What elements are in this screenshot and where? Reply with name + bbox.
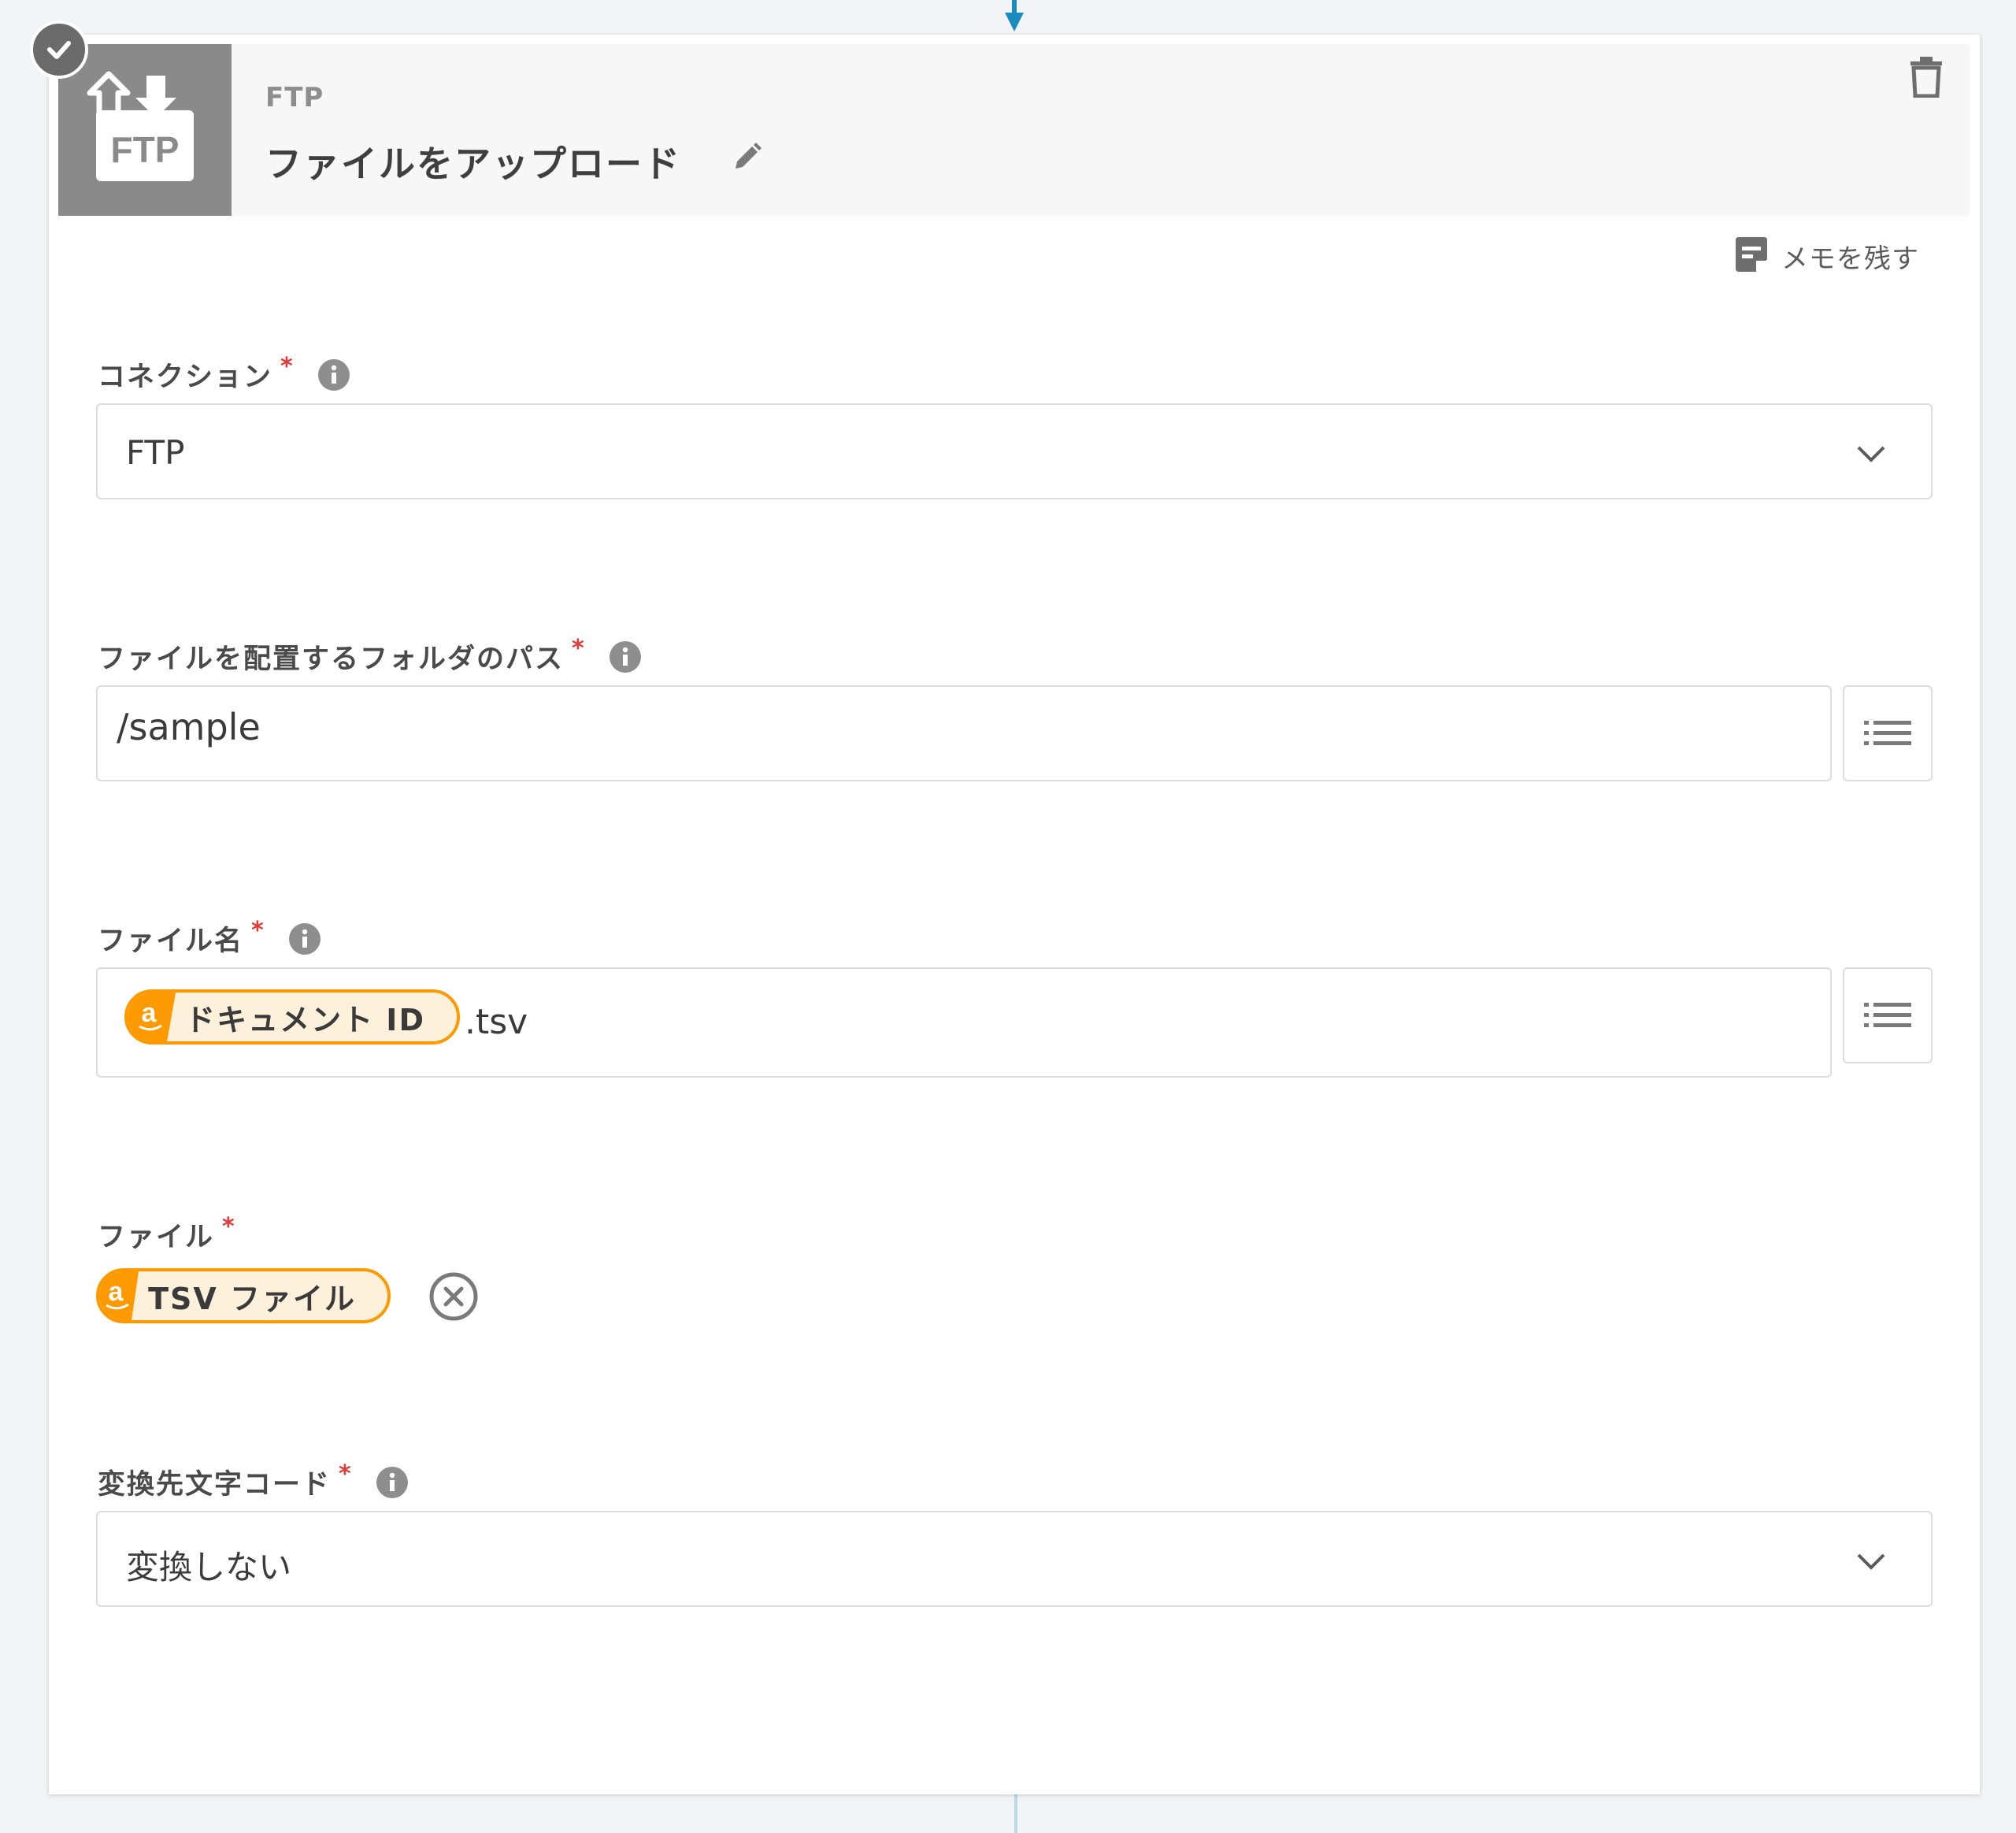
- check-icon: [30, 20, 88, 79]
- amazon-icon: a: [128, 993, 176, 1041]
- file-name-variable-button[interactable]: [1843, 967, 1933, 1063]
- required-mark: *: [222, 1213, 236, 1241]
- info-icon[interactable]: [376, 1466, 408, 1498]
- document-id-token[interactable]: a ドキュメント ID: [124, 989, 460, 1045]
- folder-path-variable-button[interactable]: [1843, 685, 1933, 781]
- action-title: ファイルをアップロード: [265, 143, 681, 185]
- encoding-select-value: 変換しない: [126, 1548, 292, 1586]
- connection-select-value: FTP: [126, 433, 185, 472]
- chevron-down-icon: [1857, 446, 1885, 462]
- file-name-label-text: ファイル名: [98, 926, 244, 957]
- required-mark: *: [251, 917, 265, 944]
- connection-label: コネクション *: [98, 353, 350, 395]
- list-icon: [1864, 721, 1911, 745]
- card-header: [58, 44, 1970, 216]
- ftp-logo-text: FTP: [111, 129, 180, 170]
- tsv-file-token[interactable]: a TSV ファイル: [96, 1268, 391, 1323]
- file-name-label: ファイル名 *: [98, 917, 321, 959]
- chevron-down-icon: [1857, 1553, 1885, 1570]
- file-name-input[interactable]: a ドキュメント ID .tsv: [96, 967, 1832, 1078]
- file-label: ファイル *: [98, 1213, 236, 1255]
- info-icon[interactable]: [317, 358, 350, 391]
- leave-memo-button[interactable]: メモを残す: [1734, 235, 1919, 277]
- svg-text:a: a: [141, 1000, 157, 1028]
- required-mark: *: [280, 353, 295, 380]
- file-name-suffix: .tsv: [465, 1002, 528, 1042]
- clear-icon[interactable]: [428, 1271, 479, 1322]
- encoding-select[interactable]: 変換しない: [96, 1511, 1933, 1607]
- info-icon[interactable]: [288, 922, 321, 955]
- connector-arrow-top: [1005, 0, 1024, 32]
- pencil-icon[interactable]: [729, 140, 764, 175]
- info-icon[interactable]: [609, 640, 641, 673]
- list-icon: [1864, 1003, 1911, 1027]
- trash-icon[interactable]: [1909, 57, 1944, 98]
- folder-path-label: ファイルを配置するフォルダのパス *: [98, 635, 641, 677]
- svg-text:a: a: [109, 1278, 124, 1307]
- service-name: FTP: [265, 82, 324, 113]
- connector-line-bottom: [1014, 1794, 1017, 1833]
- memo-label: メモを残す: [1781, 243, 1919, 275]
- document-id-token-label: ドキュメント ID: [185, 1002, 425, 1037]
- connection-label-text: コネクション: [98, 362, 273, 393]
- required-mark: *: [339, 1460, 353, 1488]
- encoding-label-text: 変換先文字コード: [98, 1469, 332, 1501]
- amazon-icon: a: [99, 1271, 139, 1320]
- ftp-logo-icon: FTP: [58, 44, 232, 216]
- encoding-label: 変換先文字コード *: [98, 1460, 408, 1502]
- folder-path-value: /sample: [117, 706, 261, 748]
- required-mark: *: [572, 635, 586, 662]
- file-label-text: ファイル: [98, 1222, 215, 1253]
- folder-path-input[interactable]: /sample: [96, 685, 1832, 781]
- folder-path-label-text: ファイルを配置するフォルダのパス: [98, 644, 565, 675]
- memo-icon: [1734, 237, 1769, 275]
- tsv-file-token-label: TSV ファイル: [148, 1281, 356, 1316]
- connection-select[interactable]: FTP: [96, 403, 1933, 499]
